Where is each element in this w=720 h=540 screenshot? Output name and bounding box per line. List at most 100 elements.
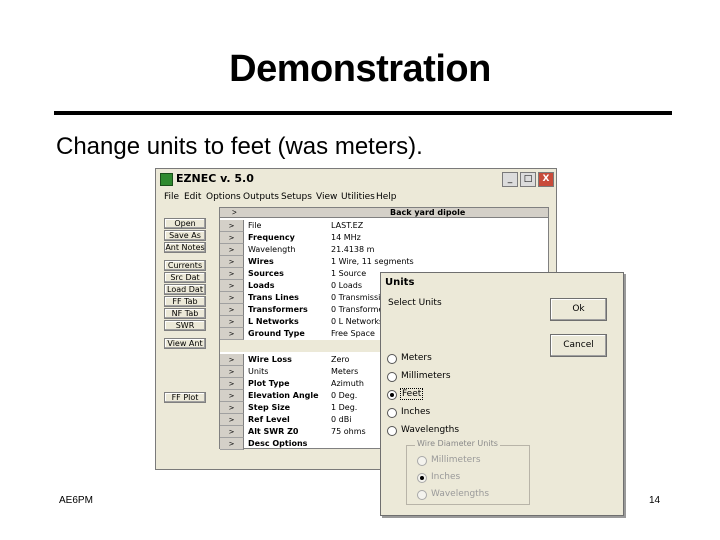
grid-row-wires[interactable]: > Wires 1 Wire, 11 segments — [220, 256, 548, 268]
row-value: 0 Loads — [331, 281, 362, 290]
row-name: File — [248, 221, 262, 230]
swr-button[interactable]: SWR — [164, 320, 206, 331]
row-value: 0 Deg. — [331, 391, 358, 400]
eznec-app-icon — [160, 173, 173, 186]
row-value: Azimuth — [331, 379, 364, 388]
row-arrow-button[interactable]: > — [220, 292, 244, 304]
row-name: Wavelength — [248, 245, 296, 254]
menu-setups[interactable]: Setups — [281, 192, 312, 202]
row-value: 0 L Networks — [331, 317, 384, 326]
row-arrow-button[interactable]: > — [220, 378, 244, 390]
grid-row-frequency[interactable]: > Frequency 14 MHz — [220, 232, 548, 244]
row-name: Sources — [248, 269, 284, 278]
row-arrow-button[interactable]: > — [220, 390, 244, 402]
radio-label: Wavelengths — [401, 425, 460, 435]
row-arrow-button[interactable]: > — [220, 316, 244, 328]
radio-button[interactable] — [387, 372, 397, 382]
row-name: Transformers — [248, 305, 308, 314]
maximize-button[interactable]: □ — [520, 172, 536, 187]
antenna-description[interactable]: Back yard dipole — [390, 208, 465, 217]
grid-header: > Back yard dipole — [220, 208, 548, 218]
row-value: 1 Wire, 11 segments — [331, 257, 414, 266]
dialog-titlebar[interactable]: Units — [381, 273, 623, 293]
units-dialog: Units Select Units Ok Cancel Meters Mill… — [380, 272, 624, 516]
radio-button-disabled — [417, 490, 427, 500]
row-name: Step Size — [248, 403, 291, 412]
row-arrow-button[interactable]: > — [220, 280, 244, 292]
row-arrow-button[interactable]: > — [220, 256, 244, 268]
view-ant-button[interactable]: View Ant — [164, 338, 206, 349]
row-arrow-button[interactable]: > — [220, 244, 244, 256]
window-titlebar[interactable]: EZNEC v. 5.0 _ □ X — [156, 169, 556, 189]
row-value: 0 Transforme — [331, 305, 384, 314]
menu-bar: File Edit Options Outputs Setups View Ut… — [156, 190, 556, 204]
row-value: 14 MHz — [331, 233, 361, 242]
row-arrow-button[interactable]: > — [220, 304, 244, 316]
row-arrow-button[interactable]: > — [220, 232, 244, 244]
row-name: Alt SWR Z0 — [248, 427, 299, 436]
row-name: L Networks — [248, 317, 299, 326]
slide-subtitle: Change units to feet (was meters). — [56, 133, 423, 160]
radio-label: Millimeters — [431, 455, 481, 465]
close-button[interactable]: X — [538, 172, 554, 187]
row-name: Ref Level — [248, 415, 290, 424]
radio-button[interactable] — [387, 426, 397, 436]
menu-file[interactable]: File — [164, 192, 179, 202]
menu-utilities[interactable]: Utilities — [341, 192, 375, 202]
row-name: Plot Type — [248, 379, 290, 388]
load-dat-button[interactable]: Load Dat — [164, 284, 206, 295]
radio-label: Meters — [401, 353, 432, 363]
cancel-button[interactable]: Cancel — [550, 334, 607, 357]
row-name: Units — [248, 367, 269, 376]
nf-tab-button[interactable]: NF Tab — [164, 308, 206, 319]
radio-button[interactable] — [387, 408, 397, 418]
ff-tab-button[interactable]: FF Tab — [164, 296, 206, 307]
radio-button[interactable] — [387, 354, 397, 364]
row-arrow-button[interactable]: > — [220, 414, 244, 426]
group-title: Wire Diameter Units — [415, 439, 500, 448]
menu-view[interactable]: View — [316, 192, 337, 202]
row-name: Trans Lines — [248, 293, 299, 302]
grid-row-file[interactable]: > File LAST.EZ — [220, 220, 548, 232]
row-name: Wires — [248, 257, 274, 266]
row-arrow-button[interactable]: > — [220, 328, 244, 340]
currents-button[interactable]: Currents — [164, 260, 206, 271]
minimize-button[interactable]: _ — [502, 172, 518, 187]
menu-help[interactable]: Help — [376, 192, 397, 202]
row-value: 1 Deg. — [331, 403, 358, 412]
radio-button-disabled-selected — [417, 473, 427, 483]
save-as-button[interactable]: Save As — [164, 230, 206, 241]
select-units-label: Select Units — [388, 298, 442, 308]
open-button[interactable]: Open — [164, 218, 206, 229]
grid-row-wavelength[interactable]: > Wavelength 21.4138 m — [220, 244, 548, 256]
radio-label: Feet — [399, 388, 424, 400]
row-value: Zero — [331, 355, 350, 364]
row-arrow-button[interactable]: > — [220, 402, 244, 414]
row-value: 21.4138 m — [331, 245, 375, 254]
menu-edit[interactable]: Edit — [184, 192, 201, 202]
row-name: Frequency — [248, 233, 295, 242]
radio-label: Wavelengths — [431, 489, 490, 499]
row-arrow-button[interactable]: > — [220, 438, 244, 450]
ok-button[interactable]: Ok — [550, 298, 607, 321]
menu-options[interactable]: Options — [206, 192, 241, 202]
dialog-title: Units — [385, 277, 415, 288]
row-name: Loads — [248, 281, 275, 290]
row-name: Desc Options — [248, 439, 308, 448]
radio-button-selected[interactable] — [387, 390, 397, 400]
row-arrow-button[interactable]: > — [220, 354, 244, 366]
ant-notes-button[interactable]: Ant Notes — [164, 242, 206, 253]
slide-title: Demonstration — [229, 48, 491, 90]
row-arrow-button[interactable]: > — [220, 268, 244, 280]
row-arrow-button[interactable]: > — [220, 220, 244, 232]
row-value: Meters — [331, 367, 359, 376]
radio-button-disabled — [417, 456, 427, 466]
menu-outputs[interactable]: Outputs — [243, 192, 279, 202]
row-arrow-button[interactable]: > — [220, 426, 244, 438]
row-arrow-button[interactable]: > — [220, 366, 244, 378]
ff-plot-button[interactable]: FF Plot — [164, 392, 206, 403]
row-name: Elevation Angle — [248, 391, 319, 400]
row-value: Free Space — [331, 329, 375, 338]
src-dat-button[interactable]: Src Dat — [164, 272, 206, 283]
window-title: EZNEC v. 5.0 — [176, 172, 254, 185]
